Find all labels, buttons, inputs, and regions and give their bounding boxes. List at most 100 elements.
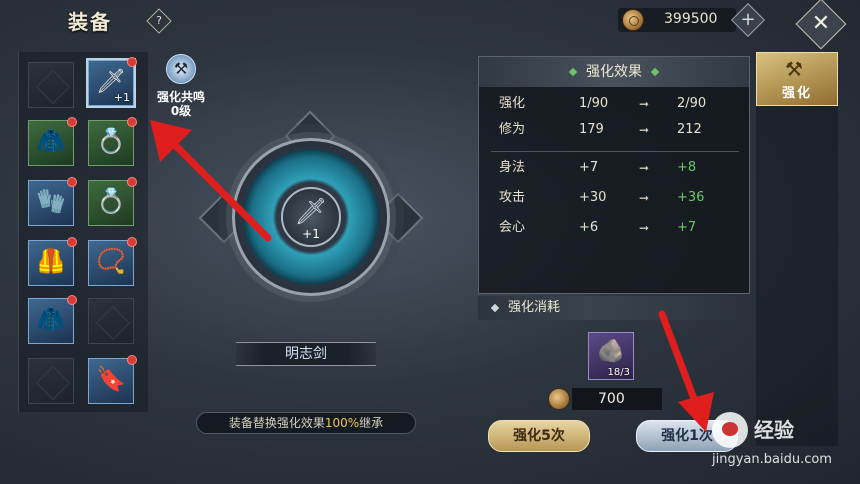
coin-icon xyxy=(622,9,644,31)
effect-title: 强化效果 xyxy=(586,64,642,80)
stat-next: +7 xyxy=(677,220,697,235)
equipment-slot-vest[interactable]: 🦺 xyxy=(28,237,77,286)
dial-item-level: +1 xyxy=(302,227,320,241)
effect-panel: 强化效果 强化 1/90 ➞ 2/90 修为 179 ➞ 212 身法 +7 ➞… xyxy=(478,56,750,294)
equipment-slot-weapon[interactable]: 🗡 +1 xyxy=(88,57,137,106)
equipment-slot-armor[interactable]: 🧥 xyxy=(28,117,77,166)
stat-label: 会心 xyxy=(499,220,526,235)
inherit-note: 装备替换强化效果100%继承 xyxy=(196,412,416,434)
equipment-slot-ring[interactable]: 💍 xyxy=(88,117,137,166)
watermark: 经验 jingyan.baidu.com xyxy=(706,408,856,474)
currency-value: 399500 xyxy=(664,11,718,27)
close-icon: ✕ xyxy=(811,11,831,36)
stat-label: 强化 xyxy=(499,96,526,111)
cost-title: 强化消耗 xyxy=(508,300,561,315)
inherit-note-prefix: 装备替换强化效果 xyxy=(228,416,325,430)
notification-dot xyxy=(67,117,77,127)
gloves-icon: 🧤 xyxy=(36,187,66,215)
divider xyxy=(491,151,739,152)
stat-label: 修为 xyxy=(499,122,526,137)
equipment-slot-ring[interactable]: 💍 xyxy=(88,177,137,226)
tab-label: 强化 xyxy=(781,86,812,101)
armor-icon: 🧥 xyxy=(36,127,66,155)
arrow-right-icon: ➞ xyxy=(639,161,650,175)
tab-strengthen[interactable]: ⚒ 强化 xyxy=(756,52,838,106)
ring-icon: 💍 xyxy=(96,187,126,215)
stat-label: 攻击 xyxy=(499,190,526,205)
coin-icon xyxy=(548,388,570,410)
slot-level: +1 xyxy=(113,91,130,104)
stat-current: +6 xyxy=(579,220,599,235)
stat-row: 攻击 +30 ➞ +36 xyxy=(479,187,749,209)
arrow-right-icon: ➞ xyxy=(639,123,650,137)
material-slot[interactable]: 🪨 18/3 xyxy=(588,332,634,380)
notification-dot xyxy=(127,237,137,247)
resonance-level: 0级 xyxy=(170,104,192,118)
stat-current: 1/90 xyxy=(579,96,609,111)
close-button[interactable]: ✕ xyxy=(795,0,847,50)
robe-icon: 🧥 xyxy=(36,305,66,333)
stat-next: +36 xyxy=(677,190,705,205)
stat-current: 179 xyxy=(579,122,604,137)
stat-label: 身法 xyxy=(499,160,526,175)
stat-next: 212 xyxy=(677,122,702,137)
help-icon: ? xyxy=(156,14,162,27)
item-name: 明志剑 xyxy=(236,342,376,366)
diamond-icon xyxy=(490,303,500,312)
vest-icon: 🦺 xyxy=(36,247,66,275)
notification-dot xyxy=(127,355,137,365)
stat-row: 身法 +7 ➞ +8 xyxy=(479,157,749,179)
inherit-note-suffix: 继承 xyxy=(359,416,384,430)
equipment-slot-robe[interactable]: 🧥 xyxy=(28,295,77,344)
notification-dot xyxy=(127,57,137,67)
cost-header: 强化消耗 xyxy=(478,296,750,320)
necklace-icon: 📿 xyxy=(96,247,126,275)
currency-display: 399500 xyxy=(618,8,736,32)
arrow-right-icon: ➞ xyxy=(639,97,650,111)
arrow-right-icon: ➞ xyxy=(639,191,650,205)
notification-dot xyxy=(67,177,77,187)
baidu-paw-icon xyxy=(712,412,748,448)
diamond-icon xyxy=(568,67,578,77)
strengthen-5-button[interactable]: 强化5次 xyxy=(488,420,590,452)
effect-header: 强化效果 xyxy=(479,57,749,87)
strengthen-dial: 🗡 +1 xyxy=(232,138,390,296)
equipment-slot[interactable] xyxy=(28,358,74,404)
notification-dot xyxy=(127,117,137,127)
stat-next: 2/90 xyxy=(677,96,707,111)
equipment-slot[interactable] xyxy=(88,298,134,344)
dial-item-slot: 🗡 +1 xyxy=(281,187,341,247)
stat-row: 修为 179 ➞ 212 xyxy=(479,119,749,141)
stat-next: +8 xyxy=(677,160,697,175)
add-currency-button[interactable]: + xyxy=(731,3,765,37)
equipment-slot-token[interactable]: 🔖 xyxy=(88,355,137,404)
stat-row: 强化 1/90 ➞ 2/90 xyxy=(479,93,749,115)
resonance-title: 强化共鸣 xyxy=(156,90,205,104)
notification-dot xyxy=(67,237,77,247)
ring-icon: 💍 xyxy=(96,127,126,155)
inherit-note-percent: 100% xyxy=(324,416,360,430)
notification-dot xyxy=(67,295,77,305)
equipment-slot-necklace[interactable]: 📿 xyxy=(88,237,137,286)
stat-current: +7 xyxy=(579,160,599,175)
tab-strip xyxy=(756,106,838,446)
strengthen-resonance[interactable]: ⚒ 强化共鸣 0级 xyxy=(146,54,216,118)
watermark-url: jingyan.baidu.com xyxy=(712,452,832,467)
equipment-slot-gloves[interactable]: 🧤 xyxy=(28,177,77,226)
top-bar: 装备 ? 399500 + ✕ xyxy=(0,0,860,50)
diamond-icon xyxy=(650,67,660,77)
stat-current: +30 xyxy=(579,190,607,205)
help-button[interactable]: ? xyxy=(146,8,172,34)
plus-icon: + xyxy=(740,9,756,30)
anvil-icon: ⚒ xyxy=(785,57,803,81)
anvil-icon: ⚒ xyxy=(166,54,196,84)
watermark-text: 经验 xyxy=(754,418,794,442)
material-count: 18/3 xyxy=(607,367,630,378)
ore-icon: 🪨 xyxy=(597,339,625,364)
page-title: 装备 xyxy=(68,10,112,34)
notification-dot xyxy=(127,177,137,187)
stat-row: 会心 +6 ➞ +7 xyxy=(479,217,749,239)
arrow-right-icon: ➞ xyxy=(639,221,650,235)
token-icon: 🔖 xyxy=(96,365,126,393)
equipment-slot[interactable] xyxy=(28,62,74,108)
